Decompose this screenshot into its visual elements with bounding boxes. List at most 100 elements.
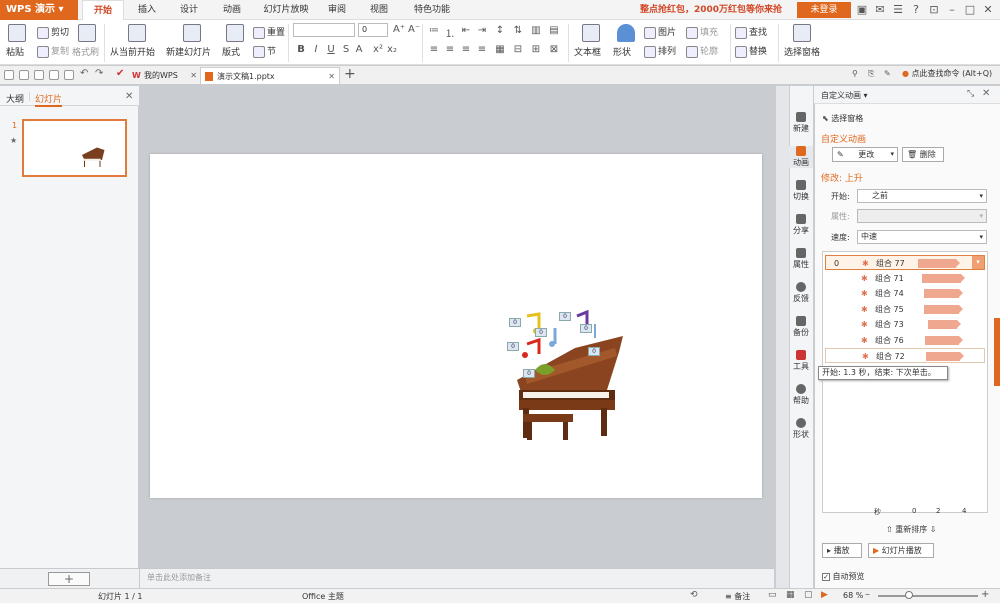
select-pane-link[interactable]: ⬉ 选择窗格 [822,113,863,124]
side-properties[interactable]: 属性 [789,248,813,270]
tab-slideshow[interactable]: 幻灯片放映 [258,0,314,20]
layout-button[interactable]: 版式 [222,45,240,58]
side-help[interactable]: 帮助 [789,384,813,406]
tab-animation[interactable]: 动画 [214,0,250,20]
close-tab-icon[interactable]: ✕ [190,67,197,84]
outline-button[interactable]: 轮廓 [686,44,718,58]
export-pdf-icon[interactable] [34,70,44,80]
bullets-icon[interactable]: ≔ [428,25,440,36]
command-search[interactable]: ● 点此查找命令 (Alt+Q) [902,68,992,79]
side-transition[interactable]: 切换 [789,180,813,202]
timing-bar[interactable] [928,320,961,329]
section-button[interactable]: 节 [253,44,276,58]
fill-button[interactable]: 填充 [686,25,718,39]
numbering-icon[interactable]: ⒈ [444,25,456,40]
tab-slides[interactable]: 幻灯片 [35,92,63,107]
reading-view-icon[interactable]: ▢ [804,590,813,600]
doc-tab-presentation[interactable]: 演示文稿1.pptx ✕ [200,67,340,84]
speed-select[interactable]: 中速 ▾ [857,230,987,244]
maximize-icon[interactable]: □ [960,0,980,20]
tab-outline[interactable]: 大纲 [6,92,24,105]
start-select[interactable]: 之前 ▾ [857,189,987,203]
side-backup[interactable]: 备份 [789,316,813,338]
slideshow-play-button[interactable]: ▶ 幻灯片播放 [868,543,934,558]
close-panel-icon[interactable]: ✕ [982,88,990,99]
timing-bar[interactable] [925,335,963,345]
zoom-slider-handle[interactable] [905,591,913,599]
new-tab-icon[interactable]: + [344,66,356,82]
text-box-button[interactable]: 文本框 [574,45,601,58]
tab-view[interactable]: 视图 [362,0,396,20]
timing-bar[interactable] [922,273,966,283]
panel-edge-handle[interactable] [994,318,1000,386]
tab-home[interactable]: 开始 [82,0,124,20]
justify-icon[interactable]: ≡ [476,44,488,55]
property-select[interactable]: ▾ [857,209,987,223]
text-direction-icon[interactable]: ⇅ [512,25,524,36]
tab-features[interactable]: 特色功能 [404,0,460,20]
menu-icon[interactable]: ☰ [888,0,908,20]
tab-insert[interactable]: 插入 [130,0,164,20]
superscript-icon[interactable]: x² [372,44,384,55]
side-tools[interactable]: 工具 [789,350,813,372]
find-button[interactable]: 查找 [735,25,767,39]
mail-icon[interactable]: ✉ [870,0,890,20]
select-pane-button[interactable]: 选择窗格 [784,45,820,58]
shrink-font-icon[interactable]: A⁻ [408,24,420,35]
play-button[interactable]: ▸ 播放 [822,543,862,558]
app-menu-button[interactable]: WPS 演示 ▾ [0,0,78,20]
align-text-icon[interactable]: ▤ [548,25,560,36]
move-down-icon[interactable]: ⇩ [930,525,937,534]
distribute-icon[interactable]: ▦ [494,44,506,55]
dock-icon[interactable]: ⤡ [967,89,974,99]
replace-button[interactable]: 替换 [735,44,767,58]
share-icon[interactable]: ⎘ [868,69,874,79]
delete-effect-button[interactable]: 🗑 删除 [902,147,944,162]
close-panel-icon[interactable]: ✕ [125,91,133,102]
animation-tag[interactable]: 0 [523,369,535,378]
vertical-align-icon[interactable]: ⊟ [512,44,524,55]
animation-tag[interactable]: 0 [559,312,571,321]
font-name-field[interactable] [293,23,355,37]
decrease-indent-icon[interactable]: ⇤ [460,25,472,36]
notes-field[interactable]: 单击此处添加备注 [140,568,774,588]
side-share[interactable]: 分享 [789,214,813,236]
pin-icon[interactable]: ⚲ [852,69,858,78]
skin-icon[interactable]: ▣ [852,0,872,20]
grow-font-icon[interactable]: A⁺ [393,24,405,35]
side-shape[interactable]: 形状 [789,418,813,440]
item-menu-chevron-icon[interactable]: ▾ [972,256,984,269]
bold-icon[interactable]: B [295,44,307,55]
animation-item[interactable]: ✱ 组合 72 [825,348,985,363]
italic-icon[interactable]: I [310,44,322,55]
minimize-icon[interactable]: – [942,0,962,20]
doc-tab-mywps[interactable]: 我的WPS W ✕ [128,67,200,84]
slideshow-icon[interactable]: ▶ [821,590,828,600]
align-center-icon[interactable]: ≡ [444,44,456,55]
new-slide-button[interactable]: 新建幻灯片 [166,45,211,58]
normal-view-icon[interactable]: ▭ [768,590,777,600]
animation-item[interactable]: ✱ 组合 71 [825,271,985,286]
help-icon[interactable]: ? [906,0,926,20]
close-tab-icon[interactable]: ✕ [328,68,335,85]
move-up-icon[interactable]: ⇧ [886,525,893,534]
sorter-view-icon[interactable]: ▦ [786,590,795,600]
line-spacing-icon[interactable]: ↕ [494,25,506,36]
format-painter-button[interactable]: 格式刷 [72,45,99,58]
animation-tag[interactable]: 0 [588,347,600,356]
font-size-field[interactable]: 0 [358,23,388,37]
paste-button[interactable]: 粘贴 [6,45,24,58]
animation-tag[interactable]: 0 [509,318,521,327]
animation-tag[interactable]: 0 [507,342,519,351]
save-icon[interactable] [19,70,29,80]
timing-bar[interactable] [917,259,961,268]
columns-icon[interactable]: ▥ [530,25,542,36]
zoom-in-icon[interactable]: + [981,589,989,600]
timing-bar[interactable] [924,304,964,314]
copy-button[interactable]: 复制 [37,44,69,58]
animation-item[interactable]: ✱ 组合 74 [825,286,985,301]
align-left-icon[interactable]: ≡ [428,44,440,55]
slide-thumbnail[interactable] [22,119,127,177]
cut-button[interactable]: 剪切 [37,25,69,39]
slide[interactable] [150,154,762,498]
